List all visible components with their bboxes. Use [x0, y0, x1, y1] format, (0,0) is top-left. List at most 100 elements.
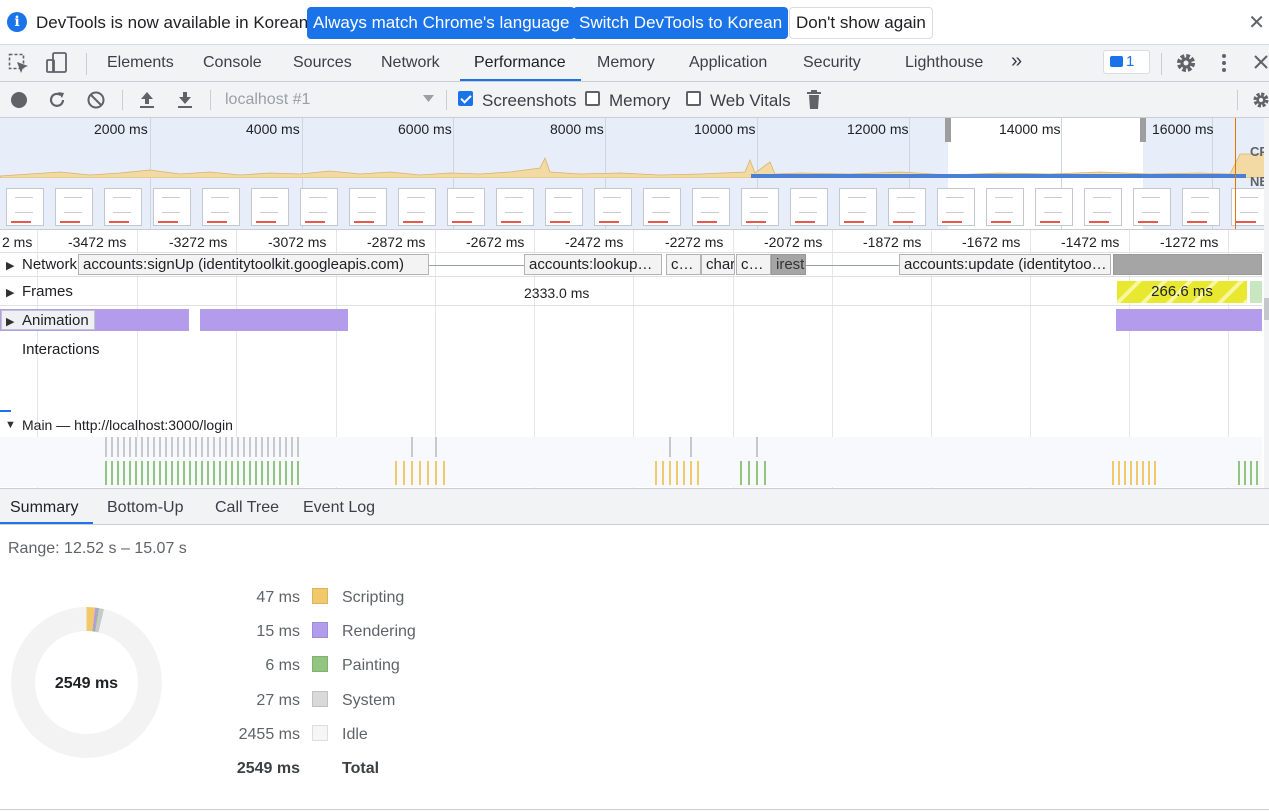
selection-left-handle[interactable]	[945, 118, 951, 142]
tab-network[interactable]: Network	[381, 54, 440, 72]
main-thread-task[interactable]	[748, 461, 750, 485]
main-thread-task[interactable]	[255, 437, 257, 457]
clear-icon[interactable]	[86, 90, 106, 110]
main-thread-task[interactable]	[201, 437, 203, 457]
main-thread-task[interactable]	[1148, 461, 1150, 485]
main-thread-task[interactable]	[1244, 461, 1246, 485]
screenshot-thumbnail[interactable]	[300, 188, 338, 226]
selection-right-handle[interactable]	[1140, 118, 1146, 142]
main-thread-task[interactable]	[171, 437, 173, 457]
main-thread-task[interactable]	[419, 461, 421, 485]
main-thread-task[interactable]	[135, 437, 137, 457]
expand-triangle-icon[interactable]: ▶	[6, 315, 14, 328]
network-request[interactable]	[1113, 254, 1262, 275]
close-devtools-icon[interactable]	[1253, 54, 1269, 70]
main-thread-task[interactable]	[237, 437, 239, 457]
animation-bar[interactable]	[1116, 309, 1262, 331]
main-thread-task[interactable]	[189, 437, 191, 457]
more-tabs-icon[interactable]: »	[1011, 50, 1022, 73]
main-thread-task[interactable]	[690, 461, 692, 485]
frame-block[interactable]: 266.6 ms	[1117, 281, 1247, 303]
main-thread-task[interactable]	[403, 461, 405, 485]
main-thread-task[interactable]	[1250, 461, 1252, 485]
screenshot-thumbnail[interactable]	[643, 188, 681, 226]
tab-event-log[interactable]: Event Log	[303, 499, 375, 517]
network-request[interactable]: accounts:update (identitytoo…	[899, 254, 1111, 275]
main-thread-task[interactable]	[147, 461, 149, 485]
main-thread-task[interactable]	[207, 461, 209, 485]
main-thread-task[interactable]	[105, 437, 107, 457]
main-thread-task[interactable]	[141, 461, 143, 485]
main-thread-task[interactable]	[255, 461, 257, 485]
main-thread-task[interactable]	[435, 461, 437, 485]
scrollbar-thumb[interactable]	[1264, 298, 1269, 320]
main-thread-task[interactable]	[756, 461, 758, 485]
screenshot-thumbnail[interactable]	[741, 188, 779, 226]
main-thread-task[interactable]	[225, 437, 227, 457]
main-thread-task[interactable]	[201, 461, 203, 485]
tab-elements[interactable]: Elements	[107, 54, 174, 72]
web-vitals-checkbox[interactable]	[686, 91, 701, 106]
tab-summary[interactable]: Summary	[10, 499, 78, 517]
screenshot-thumbnail[interactable]	[496, 188, 534, 226]
main-thread-task[interactable]	[117, 437, 119, 457]
screenshot-thumbnail[interactable]	[6, 188, 44, 226]
screenshot-thumbnail[interactable]	[55, 188, 93, 226]
screenshot-thumbnail[interactable]	[251, 188, 289, 226]
main-thread-task[interactable]	[219, 461, 221, 485]
inspect-element-icon[interactable]	[8, 53, 30, 75]
main-thread-task[interactable]	[267, 437, 269, 457]
main-thread-task[interactable]	[669, 437, 671, 457]
main-thread-task[interactable]	[213, 437, 215, 457]
close-icon[interactable]: ✕	[1248, 10, 1265, 35]
tab-bottom-up[interactable]: Bottom-Up	[107, 499, 183, 517]
screenshot-thumbnail[interactable]	[937, 188, 975, 226]
main-thread-task[interactable]	[159, 461, 161, 485]
network-track-label[interactable]: Network	[22, 256, 77, 273]
main-thread-task[interactable]	[183, 437, 185, 457]
main-thread-task[interactable]	[105, 461, 107, 485]
main-thread-task[interactable]	[225, 461, 227, 485]
screenshot-thumbnail[interactable]	[839, 188, 877, 226]
main-thread-task[interactable]	[261, 461, 263, 485]
main-thread-task[interactable]	[219, 437, 221, 457]
main-thread-task[interactable]	[764, 461, 766, 485]
device-toolbar-icon[interactable]	[45, 51, 69, 75]
frame-block-green[interactable]	[1250, 281, 1262, 303]
main-thread-task[interactable]	[411, 437, 413, 457]
settings-gear-icon[interactable]	[1174, 51, 1198, 75]
main-thread-task[interactable]	[249, 461, 251, 485]
screenshot-thumbnail[interactable]	[888, 188, 926, 226]
memory-checkbox[interactable]	[585, 91, 600, 106]
main-thread-task[interactable]	[1154, 461, 1156, 485]
main-thread-task[interactable]	[153, 461, 155, 485]
main-thread-task[interactable]	[165, 437, 167, 457]
screenshot-thumbnail[interactable]	[1035, 188, 1073, 226]
screenshot-thumbnail[interactable]	[1133, 188, 1171, 226]
network-request[interactable]: c…	[666, 254, 701, 275]
main-thread-task[interactable]	[1124, 461, 1126, 485]
tab-application[interactable]: Application	[689, 54, 767, 72]
main-thread-task[interactable]	[141, 437, 143, 457]
main-thread-task[interactable]	[195, 461, 197, 485]
network-request[interactable]: char	[701, 254, 735, 275]
animation-bar[interactable]	[200, 309, 348, 331]
network-request[interactable]: accounts:signUp (identitytoolkit.googlea…	[78, 254, 429, 275]
save-profile-icon[interactable]	[175, 90, 195, 110]
main-thread-task[interactable]	[111, 437, 113, 457]
main-thread-task[interactable]	[669, 461, 671, 485]
network-request[interactable]: accounts:lookup…	[524, 254, 662, 275]
record-icon[interactable]	[10, 91, 28, 109]
main-thread-task[interactable]	[285, 437, 287, 457]
main-thread-task[interactable]	[1118, 461, 1120, 485]
screenshot-thumbnail[interactable]	[398, 188, 436, 226]
frame-duration[interactable]: 2333.0 ms	[524, 285, 589, 301]
main-thread-label[interactable]: Main — http://localhost:3000/login	[22, 417, 233, 433]
main-thread-task[interactable]	[243, 437, 245, 457]
reload-record-icon[interactable]	[47, 90, 67, 110]
main-thread-task[interactable]	[273, 437, 275, 457]
main-thread-task[interactable]	[273, 461, 275, 485]
main-thread-task[interactable]	[279, 437, 281, 457]
main-thread-task[interactable]	[261, 437, 263, 457]
main-thread-task[interactable]	[231, 461, 233, 485]
